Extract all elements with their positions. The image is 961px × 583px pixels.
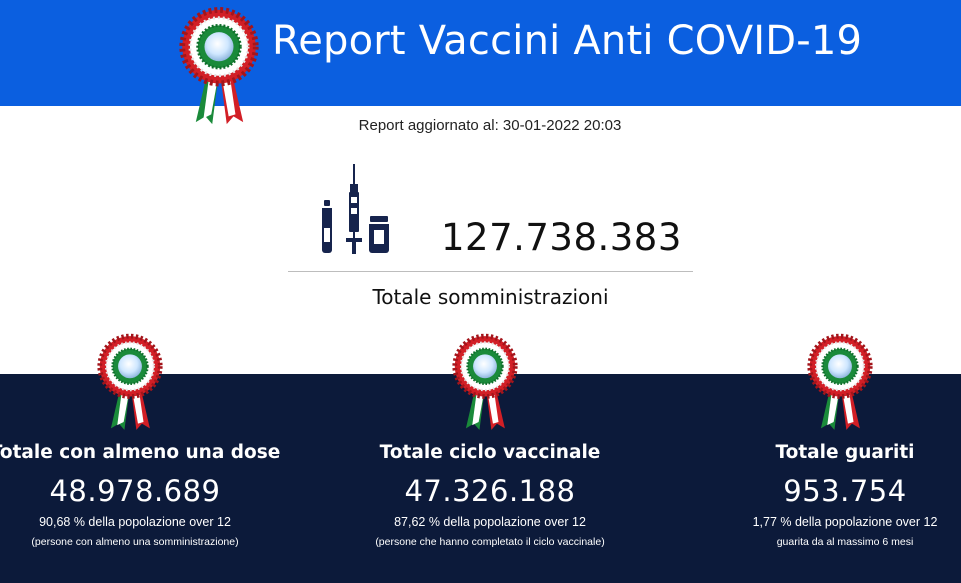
stat-note: (persone che hanno completato il ciclo v… bbox=[375, 536, 605, 548]
report-updated-timestamp: Report aggiornato al: 30-01-2022 20:03 bbox=[358, 117, 622, 134]
cockade-icon bbox=[805, 334, 875, 432]
stat-note: (persone con almeno una somministrazione… bbox=[31, 536, 239, 548]
vaccine-icon bbox=[322, 164, 389, 254]
stat-percent: 1,77 % della popolazione over 12 bbox=[752, 515, 938, 529]
stat-title: Totale ciclo vaccinale bbox=[379, 442, 601, 463]
stat-value: 48.978.689 bbox=[49, 474, 221, 508]
divider bbox=[288, 271, 693, 272]
stat-title: Totale guariti bbox=[775, 442, 915, 463]
stat-percent: 87,62 % della popolazione over 12 bbox=[394, 515, 586, 529]
page-title: Report Vaccini Anti COVID-19 bbox=[272, 18, 863, 64]
header-bar: Report Vaccini Anti COVID-19 bbox=[0, 0, 961, 106]
stat-note: guarita da al massimo 6 mesi bbox=[776, 536, 914, 548]
cockade-icon bbox=[95, 334, 165, 432]
total-administrations-value: 127.738.383 bbox=[441, 216, 682, 259]
cockade-icon bbox=[176, 8, 262, 126]
total-administrations-label: Totale somministrazioni bbox=[372, 285, 609, 309]
stat-title: Totale con almeno una dose bbox=[0, 442, 281, 463]
cockade-icon bbox=[450, 334, 520, 432]
stat-value: 953.754 bbox=[783, 474, 907, 508]
stat-value: 47.326.188 bbox=[404, 474, 576, 508]
stat-percent: 90,68 % della popolazione over 12 bbox=[39, 515, 231, 529]
